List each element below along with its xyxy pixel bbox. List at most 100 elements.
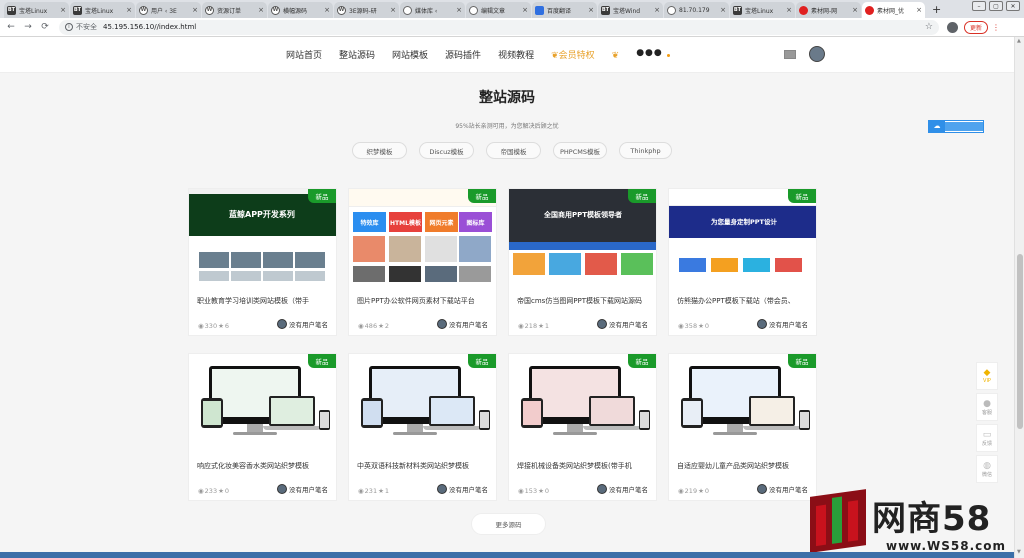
tab-close-icon[interactable]: × bbox=[456, 6, 462, 14]
card-thumbnail[interactable]: 蓝鲸APP开发系列 bbox=[189, 189, 336, 284]
browser-tab[interactable]: 素材网_优 × bbox=[862, 2, 925, 18]
menu-item-home[interactable]: 网站首页 bbox=[286, 48, 322, 61]
tab-close-icon[interactable]: × bbox=[654, 6, 660, 14]
card-title[interactable]: 仿熊猫办公PPT模板下载站（带会员、 bbox=[677, 296, 810, 306]
tab-close-icon[interactable]: × bbox=[390, 6, 396, 14]
card-title[interactable]: 图片PPT办公软件网页素材下载站平台 bbox=[357, 296, 490, 306]
tab-close-icon[interactable]: × bbox=[324, 6, 330, 14]
browser-tab[interactable]: W 用户 ‹ 3E × bbox=[136, 2, 201, 18]
forward-button[interactable]: → bbox=[22, 22, 34, 32]
card-thumbnail[interactable] bbox=[189, 354, 336, 449]
filter-phpcms[interactable]: PHPCMS模板 bbox=[553, 142, 607, 159]
back-button[interactable]: ← bbox=[5, 22, 17, 32]
browser-tab[interactable]: BT 宝塔Linux × bbox=[730, 2, 795, 18]
product-card[interactable]: 特效库 HTML模板 网页元素 图标库 新品 图片PPT办公软件网页素材下载站平… bbox=[348, 188, 497, 336]
browser-tab[interactable]: 百度翻译 × bbox=[532, 2, 597, 18]
card-author[interactable]: 没有用户笔名 bbox=[437, 319, 488, 329]
card-author[interactable]: 没有用户笔名 bbox=[277, 484, 328, 494]
tab-close-icon[interactable]: × bbox=[720, 6, 726, 14]
browser-tab[interactable]: BT 宝塔Wind × bbox=[598, 2, 663, 18]
card-author[interactable]: 没有用户笔名 bbox=[597, 484, 648, 494]
card-title[interactable]: 中英双语科技新材料类网站织梦模板 bbox=[357, 461, 490, 471]
menu-item-vip[interactable]: ❦会员特权 ❦ bbox=[551, 48, 619, 61]
browser-tab[interactable]: 81.70.179 × bbox=[664, 2, 729, 18]
card-author[interactable]: 没有用户笔名 bbox=[597, 319, 648, 329]
cloud-icon: ☁ bbox=[929, 121, 945, 132]
card-thumbnail[interactable]: 为您量身定制PPT设计 bbox=[669, 189, 816, 284]
tab-close-icon[interactable]: × bbox=[522, 6, 528, 14]
bookmark-star-icon[interactable]: ☆ bbox=[925, 22, 933, 32]
more-menu-icon[interactable]: ●●● bbox=[636, 48, 663, 61]
card-thumbnail[interactable]: 全国商用PPT模板领导者 bbox=[509, 189, 656, 284]
menu-item-videos[interactable]: 视频教程 bbox=[498, 48, 534, 61]
browser-menu-icon[interactable]: ⋮ bbox=[992, 23, 1000, 32]
vip-tool[interactable]: ◆ VIP bbox=[976, 362, 998, 390]
browser-tab[interactable]: BT 宝塔Linux × bbox=[4, 2, 69, 18]
cloud-widget[interactable]: ☁ bbox=[928, 120, 984, 133]
feedback-tool[interactable]: ▭ 反馈 bbox=[976, 424, 998, 452]
scroll-down-icon[interactable]: ▼ bbox=[1017, 549, 1021, 555]
browser-tab[interactable]: BT 宝塔Linux × bbox=[70, 2, 135, 18]
tab-close-icon[interactable]: × bbox=[588, 6, 594, 14]
card-title[interactable]: 焊接机械设备类网站织梦模板(带手机 bbox=[517, 461, 650, 471]
card-author[interactable]: 没有用户笔名 bbox=[437, 484, 488, 494]
browser-tab[interactable]: 编辑文章 × bbox=[466, 2, 531, 18]
new-tab-button[interactable]: + bbox=[932, 3, 941, 16]
tab-title: 素材网-网 bbox=[811, 7, 838, 15]
browser-tab[interactable]: 媒体库 ‹ × bbox=[400, 2, 465, 18]
card-title[interactable]: 帝国cms仿当图网PPT模板下载网站源码 bbox=[517, 296, 650, 306]
product-card[interactable]: 新品 中英双语科技新材料类网站织梦模板 ◉ 231 ★ 1 没有用户笔名 bbox=[348, 353, 497, 501]
service-tool[interactable]: ● 客服 bbox=[976, 393, 998, 421]
card-author[interactable]: 没有用户笔名 bbox=[757, 484, 808, 494]
product-card[interactable]: 全国商用PPT模板领导者 新品 帝国cms仿当图网PPT模板下载网站源码 ◉ 21… bbox=[508, 188, 657, 336]
scroll-up-icon[interactable]: ▲ bbox=[1017, 38, 1021, 44]
mail-icon[interactable] bbox=[784, 50, 796, 59]
product-card[interactable]: 新品 焊接机械设备类网站织梦模板(带手机 ◉ 153 ★ 0 没有用户笔名 bbox=[508, 353, 657, 501]
tab-close-icon[interactable]: × bbox=[126, 6, 132, 14]
card-author[interactable]: 没有用户笔名 bbox=[277, 319, 328, 329]
filter-discuz[interactable]: Discuz模板 bbox=[419, 142, 474, 159]
tab-close-icon[interactable]: × bbox=[852, 6, 858, 14]
profile-icon[interactable] bbox=[947, 21, 958, 33]
url-bar[interactable]: i 不安全 45.195.156.10//index.html ☆ bbox=[59, 19, 939, 35]
close-window-button[interactable]: ✕ bbox=[1006, 1, 1020, 11]
more-source-button[interactable]: 更多源码 bbox=[471, 513, 546, 535]
tab-close-icon[interactable]: × bbox=[786, 6, 792, 14]
card-stats: ◉ 219 ★ 0 bbox=[677, 487, 709, 495]
browser-tab[interactable]: W 资源订单 × bbox=[202, 2, 267, 18]
card-title[interactable]: 自适应婴幼儿童产品类网站织梦模板 bbox=[677, 461, 810, 471]
filter-thinkphp[interactable]: Thinkphp bbox=[619, 142, 672, 159]
browser-tab[interactable]: 素材网-网 × bbox=[796, 2, 861, 18]
product-card[interactable]: 蓝鲸APP开发系列 新品 职业教育学习培训类网站模板（带手 ◉ 330 ★ 6 没有用… bbox=[188, 188, 337, 336]
card-thumbnail[interactable] bbox=[669, 354, 816, 449]
maximize-button[interactable]: ▢ bbox=[989, 1, 1003, 11]
card-title[interactable]: 响应式化妆美容香水类网站织梦模板 bbox=[197, 461, 330, 471]
browser-tab[interactable]: W 3E源码-研 × bbox=[334, 2, 399, 18]
eye-icon: ◉ bbox=[518, 487, 524, 495]
card-title[interactable]: 职业教育学习培训类网站模板（带手 bbox=[197, 296, 330, 306]
menu-item-site-source[interactable]: 整站源码 bbox=[339, 48, 375, 61]
tab-close-icon[interactable]: × bbox=[916, 6, 922, 14]
product-card[interactable]: 新品 响应式化妆美容香水类网站织梦模板 ◉ 233 ★ 0 没有用户笔名 bbox=[188, 353, 337, 501]
update-button[interactable]: 更新 bbox=[964, 20, 989, 34]
tab-close-icon[interactable]: × bbox=[192, 6, 198, 14]
scrollbar-thumb[interactable] bbox=[1017, 254, 1023, 429]
tab-close-icon[interactable]: × bbox=[60, 6, 66, 14]
info-icon[interactable]: i bbox=[65, 23, 73, 31]
device-screen bbox=[683, 401, 701, 425]
reload-button[interactable]: ⟳ bbox=[39, 22, 51, 32]
filter-empire[interactable]: 帝国模板 bbox=[486, 142, 541, 159]
card-thumbnail[interactable]: 特效库 HTML模板 网页元素 图标库 bbox=[349, 189, 496, 284]
card-author[interactable]: 没有用户笔名 bbox=[757, 319, 808, 329]
product-card[interactable]: 为您量身定制PPT设计 新品 仿熊猫办公PPT模板下载站（带会员、 ◉ 358 ★ 0… bbox=[668, 188, 817, 336]
browser-tab[interactable]: W 横幅源码 × bbox=[268, 2, 333, 18]
minimize-button[interactable]: – bbox=[972, 1, 986, 11]
user-avatar[interactable] bbox=[809, 46, 825, 62]
card-thumbnail[interactable] bbox=[509, 354, 656, 449]
card-thumbnail[interactable] bbox=[349, 354, 496, 449]
product-card[interactable]: 新品 自适应婴幼儿童产品类网站织梦模板 ◉ 219 ★ 0 没有用户笔名 bbox=[668, 353, 817, 501]
filter-dede[interactable]: 织梦模板 bbox=[352, 142, 407, 159]
menu-item-plugins[interactable]: 源码插件 bbox=[445, 48, 481, 61]
tab-close-icon[interactable]: × bbox=[258, 6, 264, 14]
menu-item-templates[interactable]: 网站模板 bbox=[392, 48, 428, 61]
